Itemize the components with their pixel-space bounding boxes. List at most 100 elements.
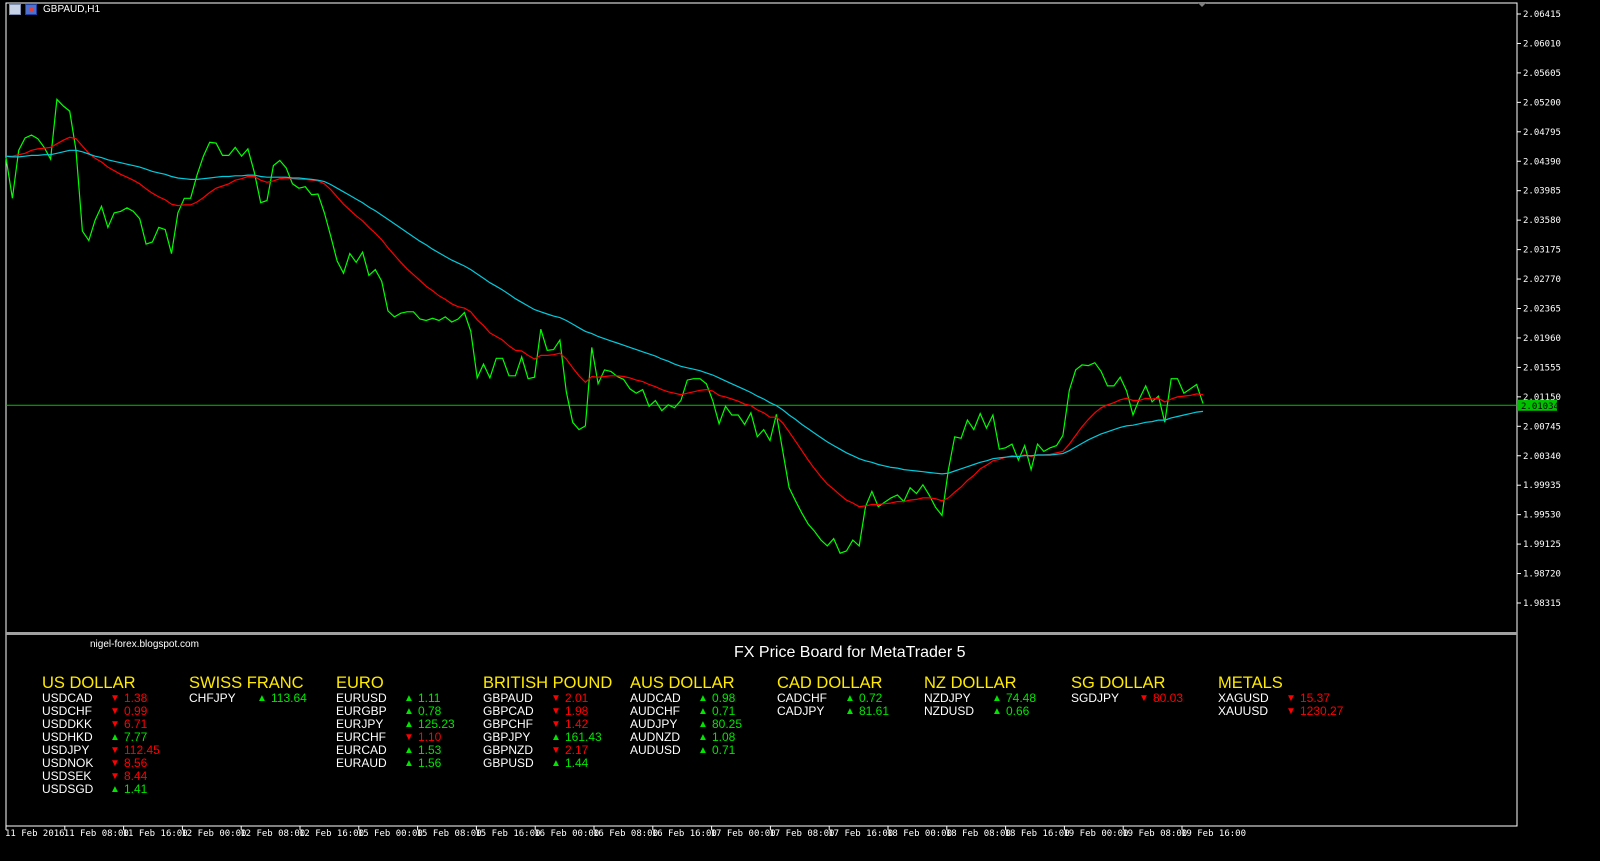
arrow-up-icon: ▲ <box>551 732 561 743</box>
x-tick-label: 16 Feb 08:00 <box>593 829 658 839</box>
x-tick-label: 12 Feb 08:00 <box>240 829 305 839</box>
y-tick-label: 2.02770 <box>1523 275 1561 285</box>
x-tick-label: 18 Feb 16:00 <box>1005 829 1070 839</box>
arrow-down-icon: ▼ <box>110 745 120 756</box>
arrow-up-icon: ▲ <box>404 758 414 769</box>
group-heading: BRITISH POUND <box>483 674 613 692</box>
group-heading: CAD DOLLAR <box>777 674 883 692</box>
chart-title: GBPAUD,H1 <box>43 4 101 15</box>
arrow-down-icon: ▼ <box>551 706 561 717</box>
board-site-url: nigel-forex.blogspot.com <box>90 639 199 650</box>
group-heading: US DOLLAR <box>42 674 136 692</box>
arrow-up-icon: ▲ <box>110 732 120 743</box>
currency-group: US DOLLAR USDCAD ▼ 1.38 USDCHF ▼ 0.99 USDDKK ▼ 6.… <box>42 674 160 796</box>
price-axis: 2.06415 2.06010 2.05605 2.05200 2.04795 2.043… <box>1517 10 1561 609</box>
quote-value: 1230.27 <box>1300 704 1344 718</box>
arrow-down-icon: ▼ <box>404 732 414 743</box>
quote-row: EURAUD ▲ 1.56 <box>336 757 441 770</box>
y-tick-label: 2.04795 <box>1523 128 1561 138</box>
quote-row: AUDUSD ▲ 0.71 <box>630 744 735 757</box>
quote-value: 113.64 <box>271 691 307 705</box>
y-tick-label: 2.05605 <box>1523 69 1561 79</box>
arrow-down-icon: ▼ <box>1139 693 1149 704</box>
arrow-up-icon: ▲ <box>404 693 414 704</box>
arrow-up-icon: ▲ <box>845 693 855 704</box>
arrow-down-icon: ▼ <box>110 771 120 782</box>
quote-value: 0.71 <box>712 743 736 757</box>
y-tick-label: 2.06415 <box>1523 10 1561 20</box>
currency-group: METALS XAGUSD ▼ 15.37 XAUUSD ▼ 1230.27 <box>1218 674 1343 718</box>
quote-symbol: USDSGD <box>42 782 94 796</box>
y-tick-label: 2.04390 <box>1523 157 1561 167</box>
quote-symbol: XAUUSD <box>1218 704 1269 718</box>
arrow-down-icon: ▼ <box>110 758 120 769</box>
group-heading: NZ DOLLAR <box>924 674 1017 692</box>
chart-window[interactable]: 2.06415 2.06010 2.05605 2.05200 2.04795 2.043… <box>0 0 1600 861</box>
x-tick-label: 16 Feb 16:00 <box>652 829 717 839</box>
quote-value: 0.66 <box>1006 704 1030 718</box>
y-tick-label: 1.98315 <box>1523 599 1561 609</box>
arrow-down-icon: ▼ <box>551 693 561 704</box>
y-tick-label: 2.01960 <box>1523 334 1561 344</box>
window-menu-icon[interactable] <box>9 4 21 15</box>
arrow-down-icon: ▼ <box>110 706 120 717</box>
arrow-down-icon: ▼ <box>551 745 561 756</box>
quote-value: 1.44 <box>565 756 589 770</box>
y-tick-label: 2.01555 <box>1523 363 1561 373</box>
currency-group: BRITISH POUND GBPAUD ▼ 2.01 GBPCAD ▼ 1.98 GBPCH… <box>483 674 612 770</box>
group-heading: EURO <box>336 674 384 692</box>
currency-group: EURO EURUSD ▲ 1.11 EURGBP ▲ 0.78 EURJPY ▲ 125.23 E… <box>336 674 455 770</box>
quote-value: 81.61 <box>859 704 890 718</box>
arrow-down-icon: ▼ <box>551 719 561 730</box>
group-heading: AUS DOLLAR <box>630 674 735 692</box>
currency-group: SG DOLLAR SGDJPY ▼ 80.03 <box>1071 674 1183 705</box>
quote-row: XAUUSD ▼ 1230.27 <box>1218 704 1343 718</box>
arrow-up-icon: ▲ <box>404 745 414 756</box>
arrow-down-icon: ▼ <box>1286 693 1296 704</box>
y-tick-label: 1.99935 <box>1523 481 1561 491</box>
quote-row: USDSGD ▲ 1.41 <box>42 782 147 796</box>
x-tick-label: 15 Feb 08:00 <box>417 829 482 839</box>
symbol-flag-icon <box>25 4 37 15</box>
arrow-up-icon: ▲ <box>992 706 1002 717</box>
quote-symbol: CADJPY <box>777 704 825 718</box>
quote-symbol: AUDUSD <box>630 743 681 757</box>
y-tick-label: 1.99530 <box>1523 511 1561 521</box>
board-title: FX Price Board for MetaTrader 5 <box>734 644 966 661</box>
x-tick-label: 12 Feb 00:00 <box>181 829 246 839</box>
arrow-up-icon: ▲ <box>698 745 708 756</box>
y-tick-label: 2.03175 <box>1523 246 1561 256</box>
quote-symbol: NZDUSD <box>924 704 974 718</box>
quote-row: SGDJPY ▼ 80.03 <box>1071 691 1183 705</box>
arrow-up-icon: ▲ <box>698 732 708 743</box>
currency-group: SWISS FRANC CHFJPY ▲ 113.64 <box>189 674 307 705</box>
arrow-up-icon: ▲ <box>404 706 414 717</box>
x-tick-label: 19 Feb 16:00 <box>1181 829 1246 839</box>
y-tick-label: 2.06010 <box>1523 39 1561 49</box>
current-price-tag: 2.01034 <box>1517 399 1559 412</box>
quote-symbol: SGDJPY <box>1071 691 1120 705</box>
quote-value: 80.03 <box>1153 691 1184 705</box>
plot-area[interactable] <box>5 2 1518 634</box>
current-price-label: 2.01034 <box>1521 402 1559 412</box>
y-tick-label: 2.05200 <box>1523 98 1561 108</box>
group-heading: METALS <box>1218 674 1283 692</box>
arrow-up-icon: ▲ <box>257 693 267 704</box>
y-tick-label: 2.03580 <box>1523 216 1561 226</box>
y-tick-label: 2.00340 <box>1523 452 1561 462</box>
x-tick-label: 19 Feb 00:00 <box>1063 829 1128 839</box>
arrow-up-icon: ▲ <box>698 693 708 704</box>
x-tick-label: 17 Feb 00:00 <box>711 829 776 839</box>
quote-row: CADJPY ▲ 81.61 <box>777 704 889 718</box>
x-tick-label: 11 Feb 2016 <box>5 829 65 839</box>
x-tick-label: 18 Feb 00:00 <box>887 829 952 839</box>
y-tick-label: 1.99125 <box>1523 540 1561 550</box>
quote-row: GBPUSD ▲ 1.44 <box>483 757 612 770</box>
arrow-up-icon: ▲ <box>698 706 708 717</box>
x-tick-label: 16 Feb 00:00 <box>534 829 599 839</box>
x-tick-label: 11 Feb 08:00 <box>64 829 129 839</box>
y-tick-label: 2.00745 <box>1523 422 1561 432</box>
group-heading: SG DOLLAR <box>1071 674 1166 692</box>
arrow-up-icon: ▲ <box>698 719 708 730</box>
y-tick-label: 2.03985 <box>1523 187 1561 197</box>
